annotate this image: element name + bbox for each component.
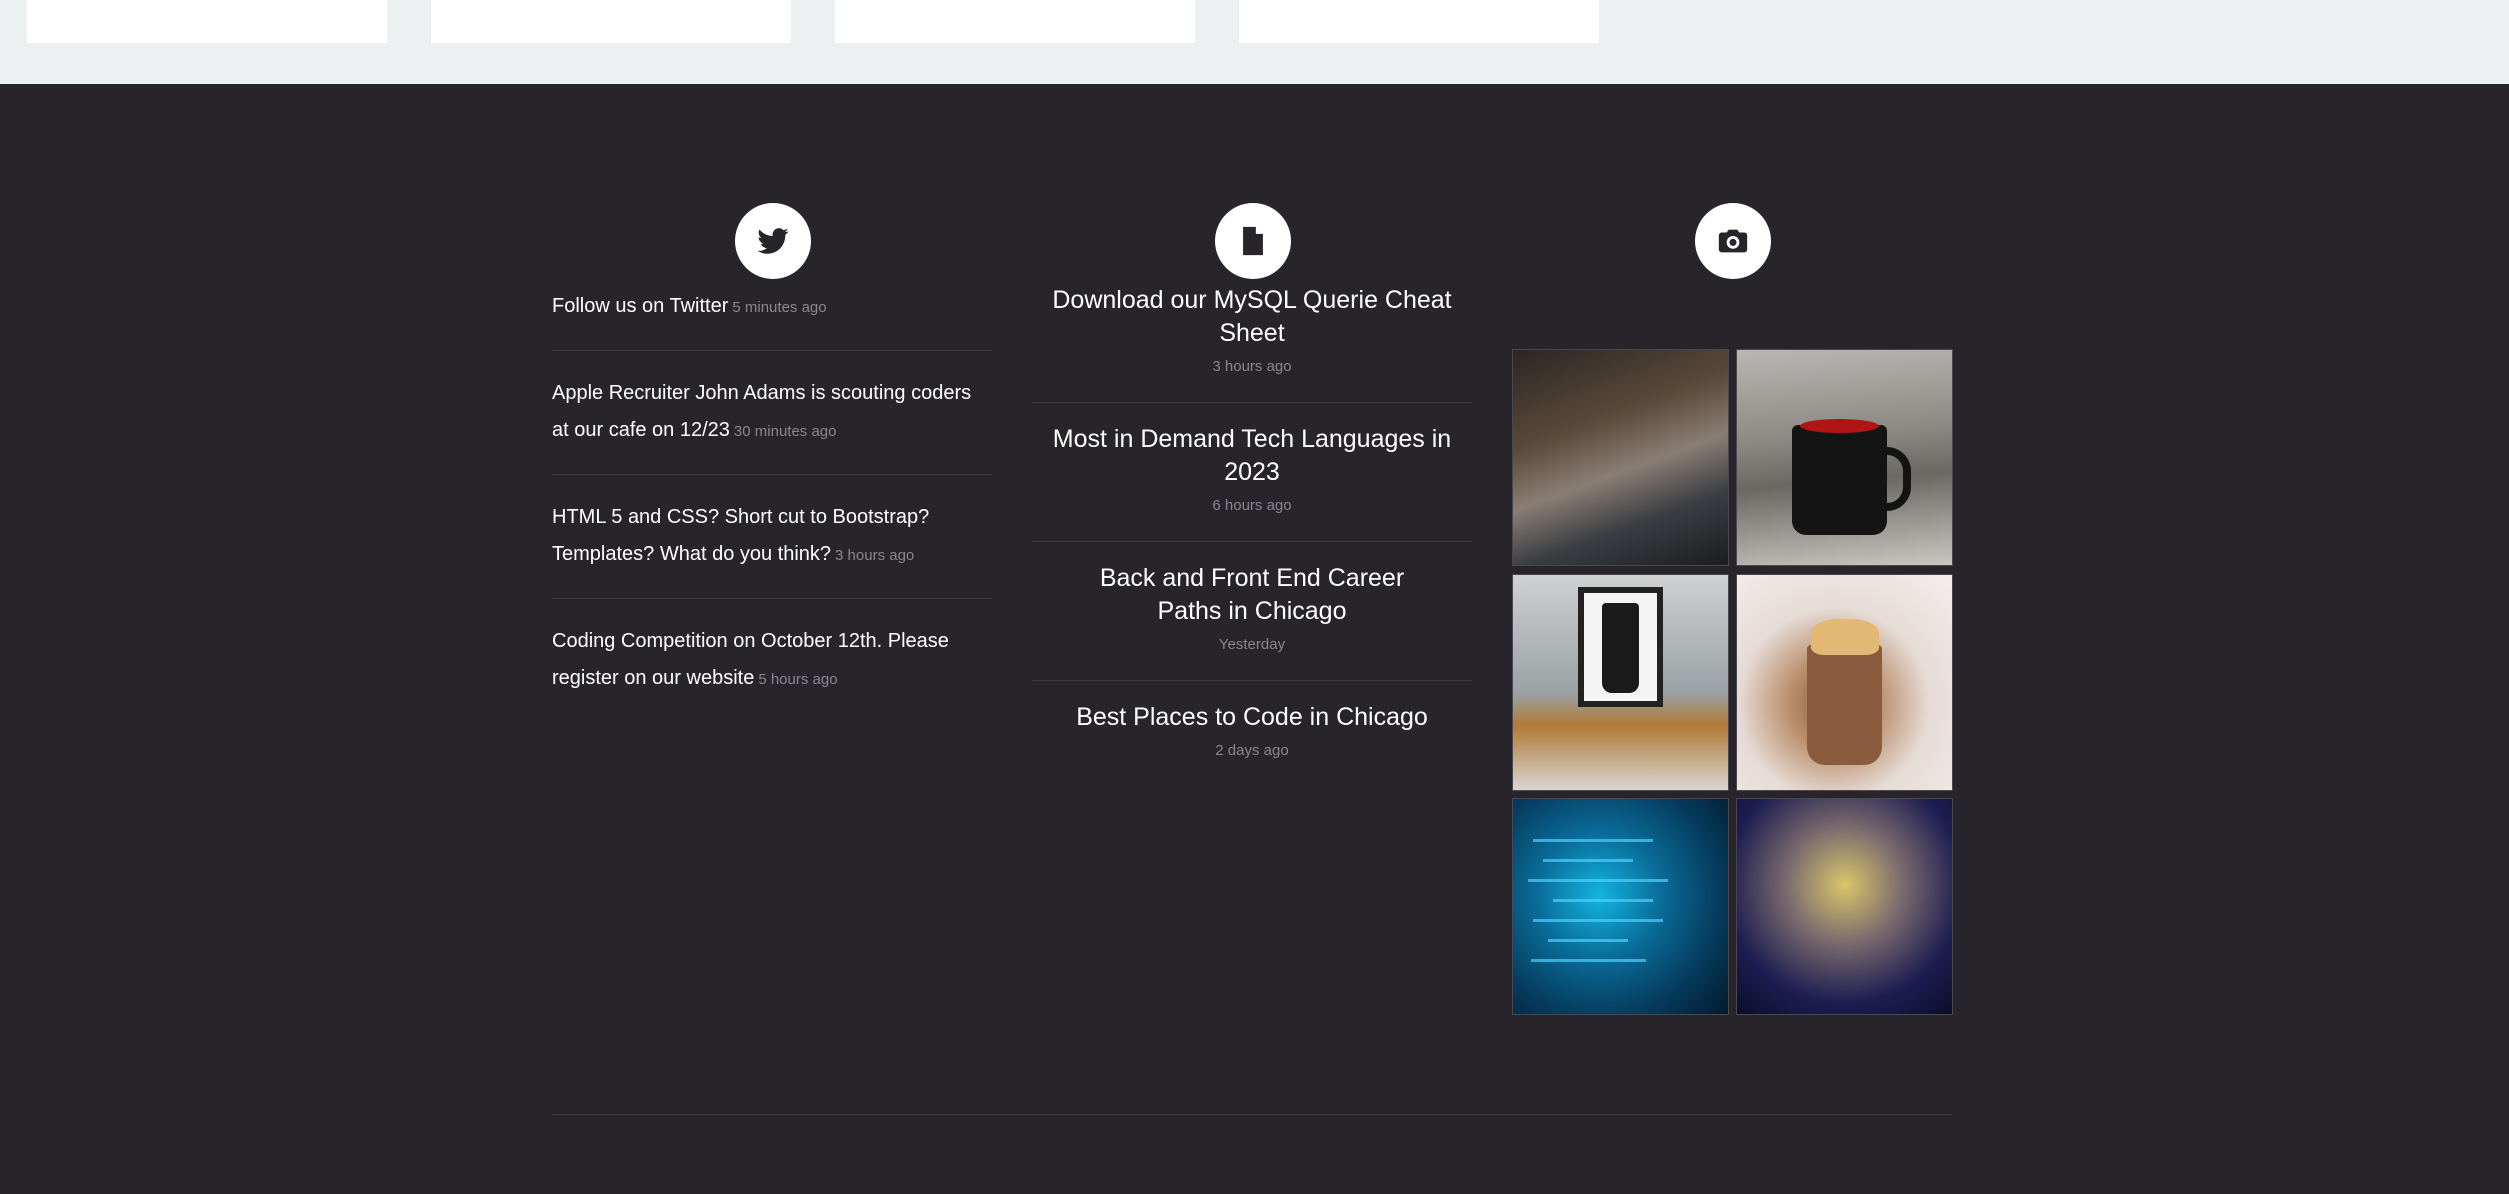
post-title-link[interactable]: Best Places to Code in Chicago (1032, 701, 1472, 734)
tweet-item[interactable]: Follow us on Twitter 5 minutes ago (552, 264, 992, 351)
top-card (27, 0, 387, 43)
photo-cafe-interior[interactable] (1512, 349, 1729, 566)
post-time: Yesterday (1218, 636, 1286, 653)
tweet-text: Coding Competition on October 12th. Plea… (552, 630, 949, 689)
tweet-text: Follow us on Twitter (552, 295, 729, 317)
post-item: Most in Demand Tech Languages in 2023 6 … (1032, 403, 1472, 542)
post-title-link[interactable]: Most in Demand Tech Languages in 2023 (1032, 423, 1472, 489)
tweet-time: 5 minutes ago (732, 299, 827, 316)
photo-people-coding[interactable] (1736, 798, 1953, 1015)
poster-shape (1578, 587, 1663, 707)
post-time: 6 hours ago (1212, 497, 1292, 514)
top-card (835, 0, 1195, 43)
post-item: Best Places to Code in Chicago 2 days ag… (1032, 681, 1472, 786)
mug-shape (1792, 419, 1911, 535)
photo-mug[interactable] (1736, 349, 1953, 566)
tweet-item[interactable]: Coding Competition on October 12th. Plea… (552, 599, 992, 722)
post-item: Download our MySQL Querie Cheat Sheet 3 … (1032, 264, 1472, 403)
tweet-time: 3 hours ago (835, 547, 915, 564)
top-section (0, 0, 2509, 84)
post-time: 2 days ago (1215, 742, 1289, 759)
post-time: 3 hours ago (1212, 358, 1292, 375)
tweet-item[interactable]: Apple Recruiter John Adams is scouting c… (552, 351, 992, 475)
top-card (431, 0, 791, 43)
tweet-time: 5 hours ago (758, 671, 838, 688)
photo-bubble-tea[interactable] (1736, 574, 1953, 791)
post-title-link[interactable]: Download our MySQL Querie Cheat Sheet (1032, 284, 1472, 350)
tweet-list: Follow us on Twitter 5 minutes ago Apple … (552, 264, 992, 722)
post-item: Back and Front End Career Paths in Chica… (1032, 542, 1472, 681)
top-card (1239, 0, 1599, 43)
photo-code-screen[interactable] (1512, 798, 1729, 1015)
tweet-item[interactable]: HTML 5 and CSS? Short cut to Bootstrap? … (552, 475, 992, 599)
camera-icon[interactable] (1695, 203, 1771, 279)
photo-coffee-poster[interactable] (1512, 574, 1729, 791)
tweet-time: 30 minutes ago (733, 423, 837, 440)
post-title-link[interactable]: Back and Front End Career Paths in Chica… (1032, 562, 1472, 628)
glass-shape (1807, 619, 1882, 765)
footer-divider (552, 1114, 1952, 1115)
post-list: Download our MySQL Querie Cheat Sheet 3 … (1032, 264, 1472, 786)
